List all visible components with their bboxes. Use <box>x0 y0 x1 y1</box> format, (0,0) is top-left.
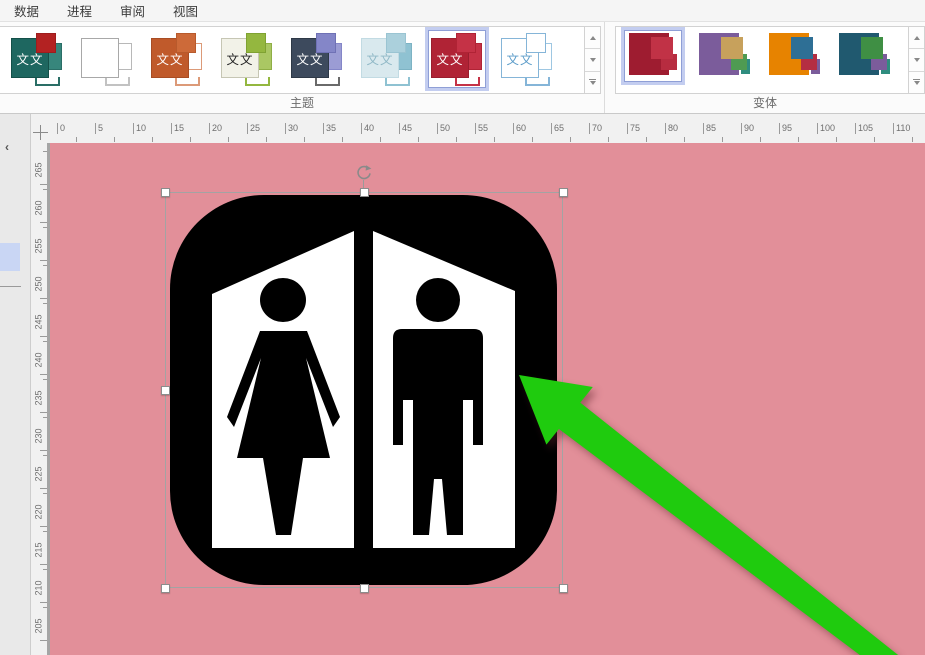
menu-tab[interactable]: 进程 <box>53 0 106 23</box>
triangle-down-icon <box>914 81 920 85</box>
more-bar-icon <box>589 79 596 80</box>
themes-gallery-scrollbar <box>584 27 600 93</box>
variant-thumbnail[interactable] <box>625 31 681 81</box>
ribbon: 文文文文文文文文文文文文文文 主题 变体 <box>0 22 925 114</box>
themes-scroll-up-button[interactable] <box>585 27 600 49</box>
variant-color-square <box>651 37 673 59</box>
menu-tab[interactable]: 视图 <box>159 0 212 23</box>
theme-thumbnail[interactable]: 文文 <box>289 31 345 87</box>
menu-bar: 数据进程审阅视图 <box>0 0 925 22</box>
triangle-down-icon <box>914 58 920 62</box>
theme-accent-square <box>526 33 546 53</box>
variant-color-square <box>861 37 883 59</box>
variant-color-square <box>721 37 743 59</box>
workspace: ‹ 05101520253035404550556065707580859095… <box>0 114 925 655</box>
variants-gallery <box>615 26 925 94</box>
variant-color-square <box>791 37 813 59</box>
theme-connector-icon <box>245 77 270 86</box>
theme-connector-icon <box>455 77 480 86</box>
theme-connector-icon <box>385 77 410 86</box>
theme-accent-square <box>386 33 406 53</box>
variants-scroll-up-button[interactable] <box>909 27 924 49</box>
theme-accent-square <box>246 33 266 53</box>
variants-gallery-more-button[interactable] <box>909 72 924 93</box>
variants-scroll-down-button[interactable] <box>909 49 924 71</box>
theme-thumbnail[interactable]: 文文 <box>219 31 275 87</box>
themes-scroll-down-button[interactable] <box>585 49 600 71</box>
triangle-up-icon <box>914 36 920 40</box>
variant-thumbnail[interactable] <box>835 31 891 81</box>
theme-thumbnail[interactable]: 文文 <box>499 31 555 87</box>
ribbon-group-variants: 变体 <box>605 22 925 113</box>
theme-connector-icon <box>105 77 130 86</box>
annotation-arrow <box>0 114 925 655</box>
ribbon-group-themes: 文文文文文文文文文文文文文文 主题 <box>0 22 605 113</box>
theme-thumbnail[interactable]: 文文 <box>359 31 415 87</box>
theme-connector-icon <box>315 77 340 86</box>
theme-accent-square <box>316 33 336 53</box>
menu-tab[interactable]: 审阅 <box>106 0 159 23</box>
theme-connector-icon <box>175 77 200 86</box>
variants-gallery-scrollbar <box>908 27 924 93</box>
theme-thumbnail[interactable]: 文文 <box>9 31 65 87</box>
theme-thumbnail[interactable] <box>79 31 135 87</box>
triangle-down-icon <box>590 81 596 85</box>
triangle-down-icon <box>590 58 596 62</box>
menu-tab[interactable]: 数据 <box>0 0 53 23</box>
theme-connector-icon <box>35 77 60 86</box>
themes-gallery: 文文文文文文文文文文文文文文 <box>0 26 601 94</box>
theme-accent-square <box>176 33 196 53</box>
triangle-up-icon <box>590 36 596 40</box>
theme-thumbnail[interactable]: 文文 <box>149 31 205 87</box>
theme-accent-square <box>456 33 476 53</box>
more-bar-icon <box>913 79 920 80</box>
variants-group-label: 变体 <box>605 94 925 111</box>
variant-thumbnail[interactable] <box>765 31 821 81</box>
themes-gallery-more-button[interactable] <box>585 72 600 93</box>
variant-thumbnail[interactable] <box>695 31 751 81</box>
themes-group-label: 主题 <box>0 94 604 111</box>
theme-main-square <box>81 38 119 78</box>
theme-connector-icon <box>525 77 550 86</box>
theme-thumbnail[interactable]: 文文 <box>429 31 485 87</box>
theme-accent-square <box>36 33 56 53</box>
